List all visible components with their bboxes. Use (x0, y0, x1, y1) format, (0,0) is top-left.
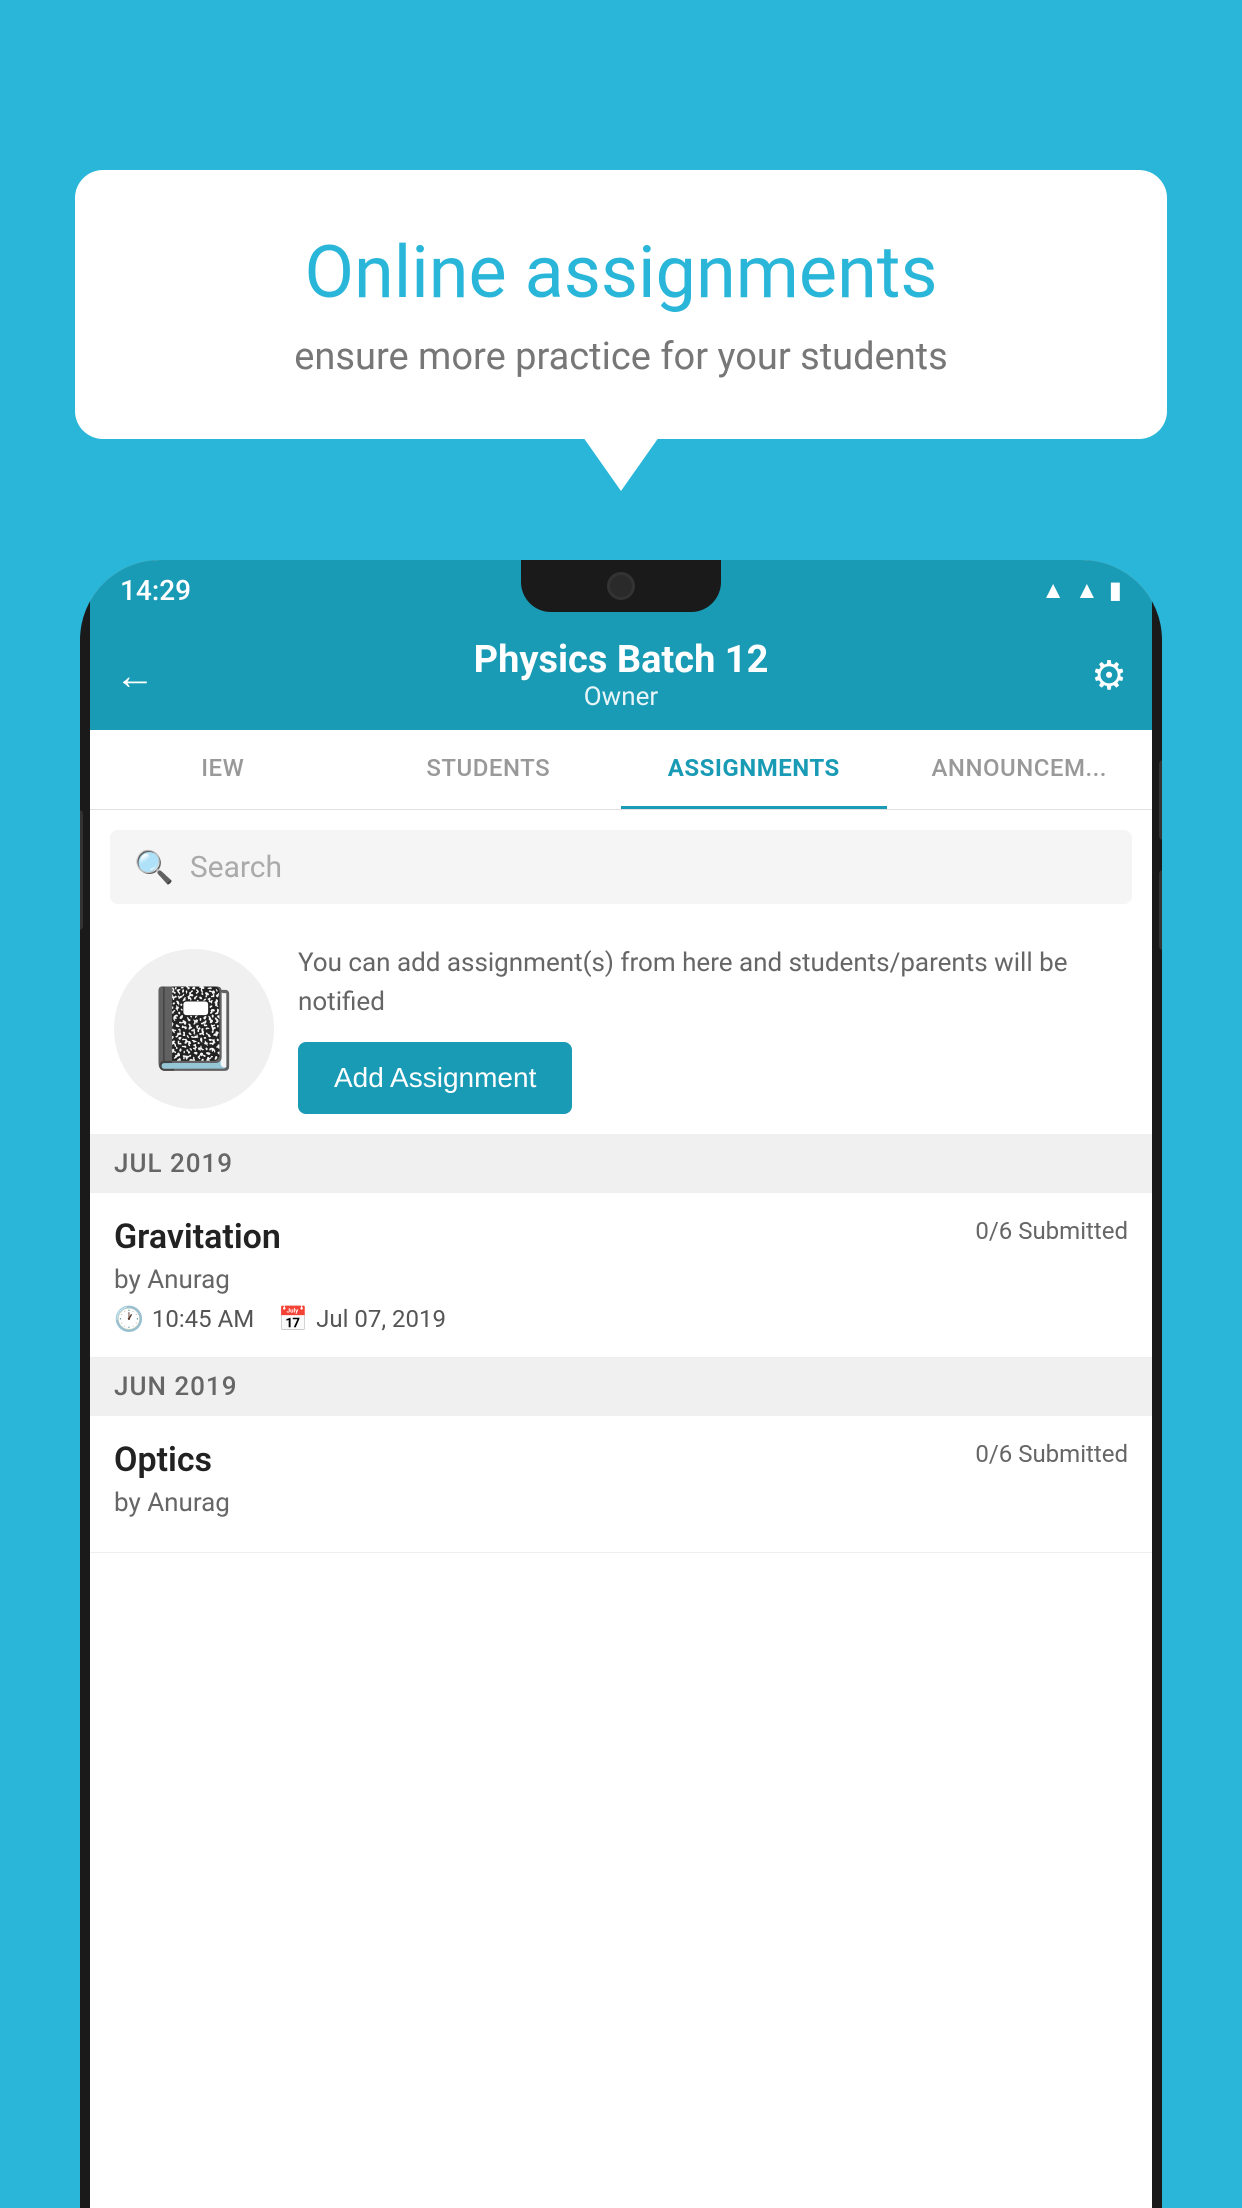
tab-overview[interactable]: IEW (90, 730, 356, 809)
tabs-bar: IEW STUDENTS ASSIGNMENTS ANNOUNCEM... (90, 730, 1152, 810)
clock-icon: 🕐 (114, 1305, 144, 1333)
assignment-item-gravitation[interactable]: Gravitation 0/6 Submitted by Anurag 🕐 10… (90, 1193, 1152, 1358)
wifi-icon: ▲ (1041, 576, 1065, 605)
assignment-name: Gravitation (114, 1217, 281, 1257)
notebook-icon: 📓 (144, 982, 244, 1076)
phone-screen: 14:29 ▲ ▲ ▮ ← Physics Batch 12 Owner ⚙ I… (90, 560, 1152, 2208)
promo-description: You can add assignment(s) from here and … (298, 944, 1128, 1022)
assignment-meta: 🕐 10:45 AM 📅 Jul 07, 2019 (114, 1305, 1128, 1333)
assignment-item-optics[interactable]: Optics 0/6 Submitted by Anurag (90, 1416, 1152, 1553)
tab-students[interactable]: STUDENTS (356, 730, 622, 809)
promo-icon-wrap: 📓 (114, 949, 274, 1109)
phone-frame: 14:29 ▲ ▲ ▮ ← Physics Batch 12 Owner ⚙ I… (80, 560, 1162, 2208)
settings-button[interactable]: ⚙ (1091, 652, 1127, 699)
add-assignment-button[interactable]: Add Assignment (298, 1042, 572, 1114)
phone-notch (521, 560, 721, 612)
assignment-date: 📅 Jul 07, 2019 (278, 1305, 446, 1333)
search-bar[interactable]: 🔍 Search (110, 830, 1132, 904)
header-subtitle: Owner (474, 682, 769, 712)
volume-down-button (1159, 870, 1162, 950)
month-header-jul: JUL 2019 (90, 1135, 1152, 1193)
tab-assignments[interactable]: ASSIGNMENTS (621, 730, 887, 809)
assignment-author: by Anurag (114, 1265, 1128, 1295)
assignment-submitted-optics: 0/6 Submitted (975, 1440, 1128, 1468)
assignment-time: 🕐 10:45 AM (114, 1305, 254, 1333)
speech-bubble-title: Online assignments (145, 230, 1097, 315)
battery-icon: ▮ (1109, 576, 1122, 604)
search-placeholder: Search (190, 850, 282, 885)
assignment-submitted: 0/6 Submitted (975, 1217, 1128, 1245)
speech-bubble-subtitle: ensure more practice for your students (145, 335, 1097, 379)
content-area: 🔍 Search 📓 You can add assignment(s) fro… (90, 810, 1152, 2208)
app-header: ← Physics Batch 12 Owner ⚙ (90, 620, 1152, 730)
header-center: Physics Batch 12 Owner (474, 638, 769, 712)
page-title: Physics Batch 12 (474, 638, 769, 682)
assignment-top-optics: Optics 0/6 Submitted (114, 1440, 1128, 1480)
signal-icon: ▲ (1075, 576, 1099, 605)
status-time: 14:29 (120, 574, 191, 607)
power-button (80, 810, 83, 930)
status-icons: ▲ ▲ ▮ (1041, 576, 1122, 605)
back-button[interactable]: ← (115, 652, 155, 699)
calendar-icon: 📅 (278, 1305, 308, 1333)
search-icon: 🔍 (134, 848, 174, 886)
assignment-name-optics: Optics (114, 1440, 212, 1480)
front-camera (607, 572, 635, 600)
assignment-top: Gravitation 0/6 Submitted (114, 1217, 1128, 1257)
speech-bubble: Online assignments ensure more practice … (75, 170, 1167, 439)
volume-up-button (1159, 760, 1162, 840)
month-header-jun: JUN 2019 (90, 1358, 1152, 1416)
search-container: 🔍 Search (90, 810, 1152, 924)
assignment-author-optics: by Anurag (114, 1488, 1128, 1518)
assignment-promo: 📓 You can add assignment(s) from here an… (90, 924, 1152, 1135)
promo-text-area: You can add assignment(s) from here and … (298, 944, 1128, 1114)
tab-announcements[interactable]: ANNOUNCEM... (887, 730, 1153, 809)
